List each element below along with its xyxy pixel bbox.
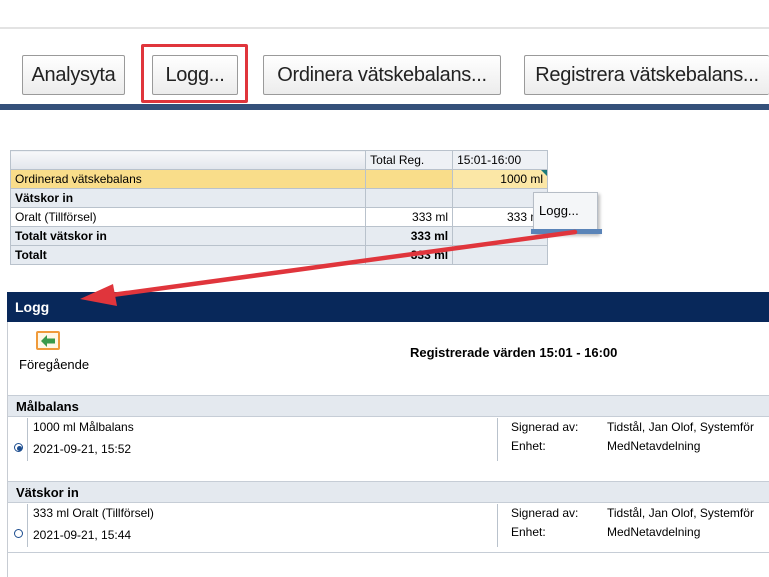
previous-button[interactable] [36,331,60,350]
log-header-title: Logg [15,299,50,315]
context-menu-hover-bar [531,229,602,234]
grid-cell-total [365,188,454,208]
registrera-vatskebalans-button[interactable]: Registrera vätskebalans... [524,55,769,95]
logg-button-highlight [141,44,248,103]
log-entry-unit-label: Enhet: [511,439,546,453]
grid-cell-period [452,245,548,265]
log-entry-unit-value: MedNetavdelning [607,525,701,539]
log-entry-unit-label: Enhet: [511,525,546,539]
grid-row-ordinerad[interactable]: Ordinerad vätskebalans 1000 ml [9,169,548,189]
grid-row-vatskor-in: Vätskor in [9,188,548,208]
log-section-malbalans: Målbalans [8,395,769,417]
grid-row-label: Oralt (Tillförsel) [9,207,367,227]
log-entry-signed-label: Signerad av: [511,420,579,434]
grid-cell-total[interactable]: 333 ml [365,207,454,227]
log-entry-signed-label: Signerad av: [511,506,579,520]
log-entry-divider [497,504,498,547]
log-bottom-divider [8,552,769,553]
grid-cell-total: 333 ml [365,245,454,265]
ordinera-vatskebalans-button[interactable]: Ordinera vätskebalans... [263,55,501,95]
grid-row-oralt[interactable]: Oralt (Tillförsel) 333 ml 333 ml [9,207,548,227]
grid-row-label: Totalt [9,245,367,265]
grid-cell-total: 333 ml [365,226,454,246]
log-entry-radio[interactable] [14,443,23,452]
log-entry-value: 1000 ml Målbalans [33,420,134,434]
grid-row-totalt-vatskor-in: Totalt vätskor in 333 ml [9,226,548,246]
log-section-title: Vätskor in [16,484,79,500]
log-entry-unit-value: MedNetavdelning [607,439,701,453]
log-entry-divider [27,504,28,547]
log-section-vatskor-in: Vätskor in [8,481,769,503]
arrow-left-icon [41,334,55,347]
grid-row-totalt: Totalt 333 ml [9,245,548,265]
grid-cell-total[interactable] [365,169,454,189]
log-entry-radio[interactable] [14,529,23,538]
log-entry-divider [27,418,28,461]
grid-header-period: 15:01-16:00 [452,150,548,170]
grid-header-blank [9,150,367,170]
context-menu-logg[interactable]: Logg... [539,203,579,218]
log-entry-value: 333 ml Oralt (Tillförsel) [33,506,154,520]
log-entry-signed-value: Tidstål, Jan Olof, Systemför [607,506,754,520]
log-title: Registrerade värden 15:01 - 16:00 [410,345,618,360]
toolbar-accent-bar [0,104,769,110]
log-entry-datetime: 2021-09-21, 15:44 [33,528,132,542]
grid-row-label: Ordinerad vätskebalans [9,169,367,189]
grid-header-row: Total Reg. 15:01-16:00 [9,150,548,170]
log-entry-divider [497,418,498,461]
log-section-title: Målbalans [16,398,79,414]
log-entry-signed-value: Tidstål, Jan Olof, Systemför [607,420,754,434]
toolbar-divider [0,27,769,29]
grid-row-label: Vätskor in [9,188,367,208]
analysyta-button[interactable]: Analysyta [22,55,125,95]
previous-label[interactable]: Föregående [19,357,89,372]
comment-flag-icon [541,170,547,176]
log-entry-datetime: 2021-09-21, 15:52 [33,442,132,456]
grid-cell-period[interactable]: 1000 ml [452,169,548,189]
grid-header-total: Total Reg. [365,150,454,170]
context-menu: Logg... [533,192,598,234]
grid-row-label: Totalt vätskor in [9,226,367,246]
log-header: Logg [7,292,769,322]
fluid-balance-grid: Total Reg. 15:01-16:00 Ordinerad vätskeb… [9,150,548,265]
